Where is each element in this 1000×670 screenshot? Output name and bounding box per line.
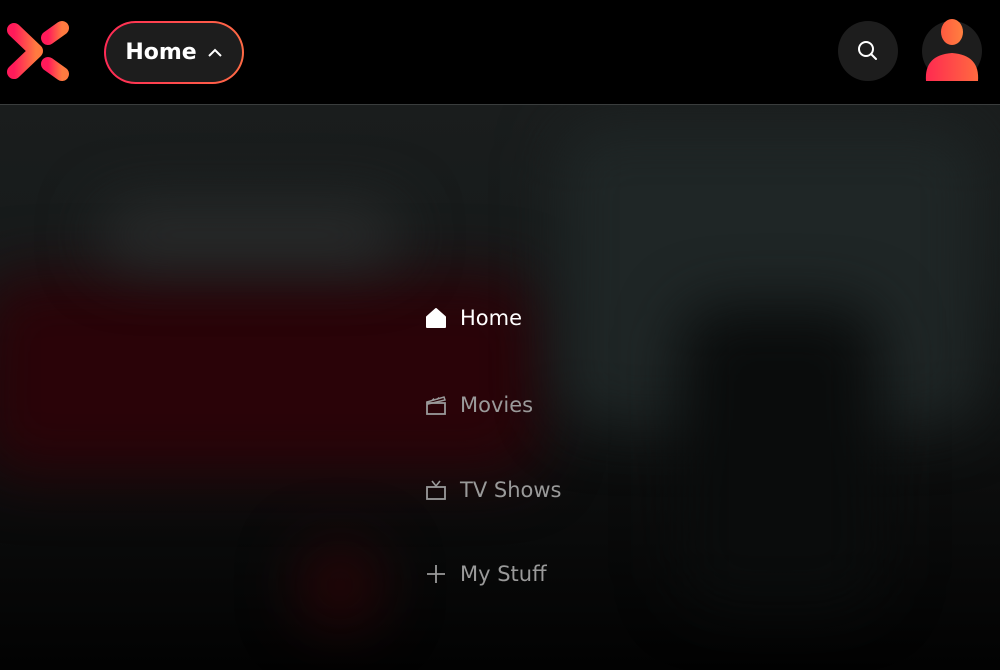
tv-icon: [426, 480, 446, 500]
profile-avatar-button[interactable]: [922, 19, 982, 81]
menu-item-label: My Stuff: [460, 562, 547, 586]
user-avatar-icon: [925, 19, 979, 81]
menu-item-label: Home: [460, 306, 523, 330]
menu-item-label: TV Shows: [460, 478, 562, 502]
menu-item-movies[interactable]: Movies: [424, 393, 533, 417]
menu-item-label: Movies: [460, 393, 534, 417]
menu-item-tv-shows[interactable]: TV Shows: [424, 478, 561, 502]
home-icon: [426, 308, 446, 328]
chevron-up-icon: [207, 48, 222, 57]
menu-item-my-stuff[interactable]: My Stuff: [424, 562, 547, 586]
nav-dropdown-button[interactable]: Home: [104, 21, 244, 84]
search-icon: [858, 41, 877, 60]
menu-item-home[interactable]: Home: [424, 306, 522, 330]
x-logo-icon[interactable]: [6, 20, 70, 82]
search-button[interactable]: [838, 21, 898, 81]
nav-dropdown-label: Home: [125, 40, 197, 65]
clapperboard-icon: [425, 396, 446, 415]
top-bar: Home: [0, 0, 1000, 105]
plus-icon: [427, 565, 445, 583]
